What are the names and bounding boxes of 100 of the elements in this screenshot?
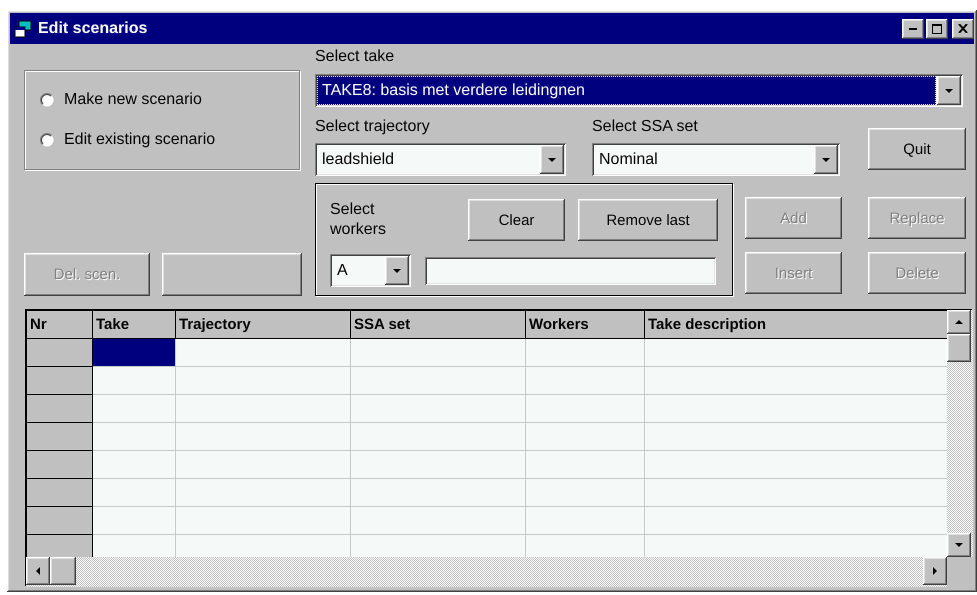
table-cell[interactable] [92,366,176,394]
right-arrow-icon [933,567,937,575]
column-header[interactable]: SSA set [350,310,526,338]
field-label: Select take [315,47,396,67]
table-cell[interactable] [92,506,176,534]
table-cell[interactable] [526,422,644,450]
field-label: Select trajectory [315,117,431,137]
radio-label[interactable]: Edit existing scenario [64,131,216,149]
table-cell[interactable] [644,450,947,478]
table-cell[interactable] [92,534,176,557]
scroll-right-button[interactable] [923,557,947,585]
remove-last-button[interactable]: Remove last [578,199,718,241]
quit-button[interactable]: Quit [868,128,966,170]
table-cell[interactable] [176,338,350,366]
row-header[interactable] [26,534,92,557]
dropdown-arrow-button[interactable] [937,76,961,105]
row-header[interactable] [26,506,92,534]
table-cell[interactable] [92,422,176,450]
dropdown-arrow-button[interactable] [814,145,838,174]
scroll-left-button[interactable] [26,557,50,585]
dropdown-arrow-button[interactable] [540,145,564,174]
up-arrow-icon [955,320,963,324]
take-dropdown[interactable]: TAKE8: basis met verdere leidingnen [315,74,963,107]
table-cell[interactable] [176,450,350,478]
vertical-scrollbar[interactable] [947,310,973,557]
table-cell[interactable] [92,478,176,506]
maximize-button[interactable] [926,18,948,38]
close-icon [958,24,968,33]
radio-button[interactable] [40,133,54,147]
minimize-icon [909,28,917,30]
left-arrow-icon [36,567,40,575]
table-cell[interactable] [176,534,350,557]
table-cell[interactable] [644,338,947,366]
row-header[interactable] [26,366,92,394]
blank-button[interactable] [162,253,302,296]
table-cell[interactable] [350,422,526,450]
table-cell[interactable] [92,450,176,478]
table-cell[interactable] [176,366,350,394]
scrollbar-corner [947,557,973,587]
table-cell[interactable] [350,394,526,422]
table-cell[interactable] [350,338,526,366]
caret-icon [393,268,401,272]
table-cell[interactable] [176,394,350,422]
radio-button[interactable] [40,93,54,107]
caret-icon [548,158,556,162]
maximize-icon [932,24,942,34]
table-cell[interactable] [350,506,526,534]
column-header[interactable]: Trajectory [176,310,350,338]
column-header[interactable]: Take description [644,310,947,338]
scroll-thumb[interactable] [947,334,971,362]
row-header[interactable] [26,450,92,478]
table-cell[interactable] [526,394,644,422]
trajectory-dropdown[interactable]: leadshield [315,143,566,176]
ssa-set-dropdown[interactable]: Nominal [592,143,840,176]
caret-icon [945,88,953,92]
table-cell[interactable] [526,338,644,366]
table-cell[interactable] [644,506,947,534]
table-cell[interactable] [526,478,644,506]
row-header[interactable] [26,394,92,422]
window-title: Edit scenarios [38,20,148,38]
app-icon [14,20,32,38]
table-cell[interactable] [92,394,176,422]
table-cell[interactable] [176,506,350,534]
workers-dropdown[interactable]: A [330,254,411,287]
table-cell[interactable] [526,450,644,478]
scroll-down-button[interactable] [947,533,971,557]
table-cell[interactable] [176,478,350,506]
caret-icon [822,158,830,162]
radio-label[interactable]: Make new scenario [64,91,202,109]
table-cell[interactable] [644,478,947,506]
table-cell[interactable] [526,534,644,557]
selected-cell[interactable] [92,338,176,366]
horizontal-scrollbar[interactable] [26,557,947,587]
row-header[interactable] [26,478,92,506]
field-label: Select workers [330,200,388,240]
row-header[interactable] [26,422,92,450]
table-cell[interactable] [350,366,526,394]
column-header[interactable]: Take [92,310,176,338]
minimize-button[interactable] [902,18,924,38]
scroll-thumb[interactable] [50,557,76,585]
clear-button[interactable]: Clear [468,199,565,241]
field-label: Select SSA set [592,117,699,137]
down-arrow-icon [955,543,963,547]
column-header[interactable]: Nr [26,310,92,338]
workers-text-field[interactable] [425,256,716,284]
table-cell[interactable] [644,534,947,557]
column-header[interactable]: Workers [526,310,644,338]
table-cell[interactable] [644,366,947,394]
dropdown-arrow-button[interactable] [385,256,409,285]
table-cell[interactable] [350,478,526,506]
table-cell[interactable] [176,422,350,450]
table-cell[interactable] [526,366,644,394]
row-header[interactable] [26,338,92,366]
table-cell[interactable] [526,506,644,534]
scroll-up-button[interactable] [947,310,971,334]
table-cell[interactable] [350,534,526,557]
table-cell[interactable] [644,394,947,422]
table-cell[interactable] [350,450,526,478]
close-button[interactable] [952,18,974,38]
table-cell[interactable] [644,422,947,450]
